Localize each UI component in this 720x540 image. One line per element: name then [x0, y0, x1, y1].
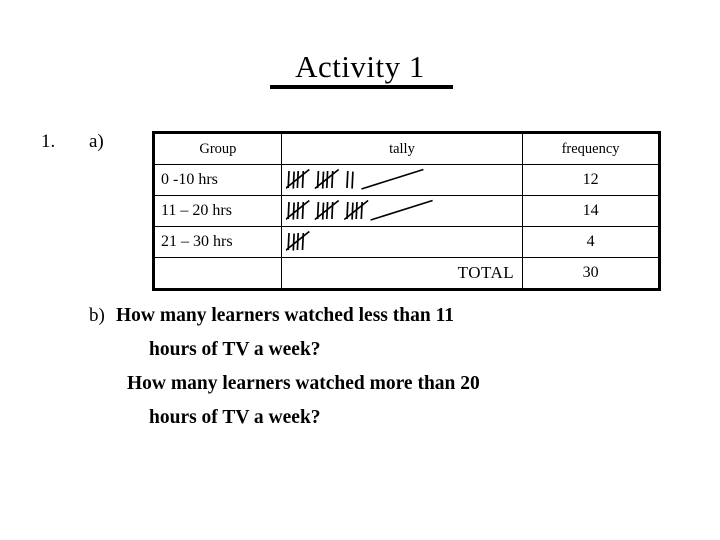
group-label: 0 -10 hrs — [153, 164, 282, 196]
title-underline-rule — [270, 85, 453, 89]
question-line-4: hours of TV a week? — [149, 407, 321, 428]
tally-marks-cell — [280, 164, 524, 196]
frequency-value: 12 — [522, 164, 660, 196]
group-label: 11 – 20 hrs — [153, 195, 282, 227]
table-header-row: Group tally frequency — [153, 132, 660, 165]
total-label: TOTAL — [280, 257, 524, 290]
tally-marks-cell — [280, 195, 524, 227]
column-header-group: Group — [153, 132, 282, 165]
page-title: Activity 1 — [295, 49, 425, 84]
frequency-table: Group tally frequency 0 -10 hrs 12 11 – … — [152, 131, 661, 291]
table-total-row: TOTAL 30 — [153, 257, 660, 290]
part-a-label: a) — [89, 131, 104, 152]
part-b-label: b) — [89, 305, 105, 326]
tally-mark-glyphs — [285, 230, 310, 252]
title-block: Activity 1 — [0, 50, 720, 84]
tally-mark-glyphs — [285, 168, 424, 190]
tally-mark-glyphs — [285, 199, 433, 221]
tally-marks-cell — [280, 226, 524, 258]
table-row: 0 -10 hrs 12 — [153, 164, 660, 196]
frequency-value: 4 — [522, 226, 660, 258]
slide-canvas: { "slide": { "title": "Activity 1", "que… — [0, 0, 720, 540]
group-label: 21 – 30 hrs — [153, 226, 282, 258]
question-line-3: How many learners watched more than 20 — [127, 373, 480, 394]
total-frequency-value: 30 — [522, 257, 660, 290]
frequency-value: 14 — [522, 195, 660, 227]
table-row: 21 – 30 hrs 4 — [153, 226, 660, 258]
question-line-1: How many learners watched less than 11 — [116, 305, 454, 326]
empty-group-cell — [153, 257, 282, 290]
question-line-2: hours of TV a week? — [149, 339, 321, 360]
column-header-frequency: frequency — [522, 132, 660, 165]
column-header-tally: tally — [280, 132, 524, 165]
question-number: 1. — [41, 131, 56, 152]
table-row: 11 – 20 hrs 14 — [153, 195, 660, 227]
